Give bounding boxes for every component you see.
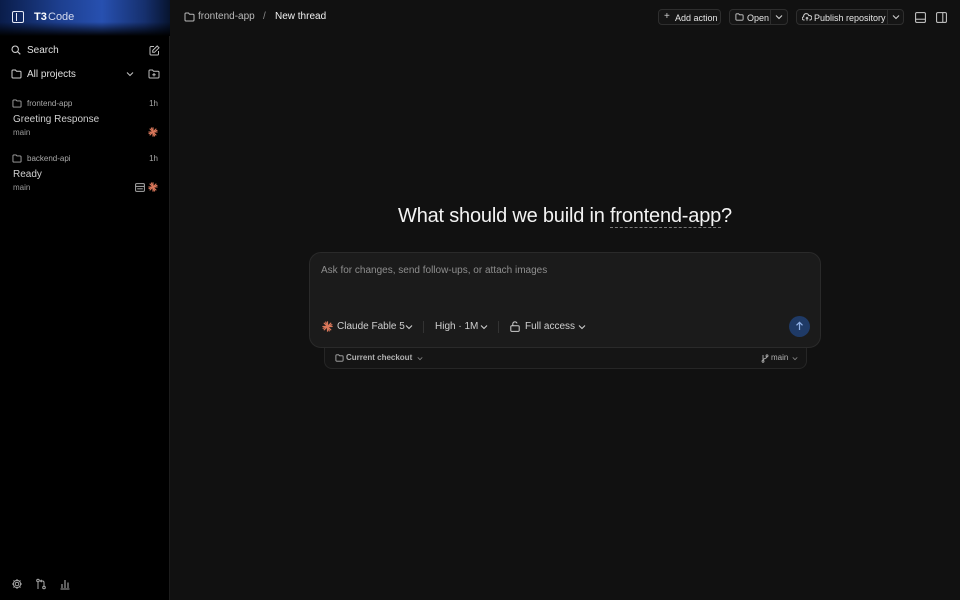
headline-suffix: ? bbox=[721, 205, 732, 227]
access-label: Full access bbox=[525, 321, 576, 332]
toggle-bottom-panel-icon[interactable] bbox=[915, 12, 926, 23]
folder-icon bbox=[12, 154, 22, 163]
open-button[interactable]: Open bbox=[729, 9, 788, 25]
divider bbox=[498, 321, 499, 333]
thread-age: 1h bbox=[149, 99, 158, 108]
thread-branch: main bbox=[13, 183, 31, 192]
sidebar: T3 Code Search All projects frontend-app… bbox=[0, 0, 170, 600]
claude-spark-icon bbox=[148, 127, 158, 137]
terminal-icon bbox=[135, 183, 145, 192]
projects-label: All projects bbox=[27, 69, 76, 80]
git-branch-icon bbox=[761, 354, 769, 363]
arrow-up-icon bbox=[796, 321, 803, 330]
button-divider bbox=[770, 10, 771, 24]
claude-spark-icon bbox=[322, 321, 333, 332]
settings-icon[interactable] bbox=[11, 578, 23, 590]
thread-project: backend-api bbox=[27, 154, 71, 163]
add-action-label: Add action bbox=[675, 12, 718, 23]
chevron-down-icon bbox=[480, 325, 488, 330]
new-thread-icon[interactable] bbox=[149, 45, 160, 56]
headline-prefix: What should we build in bbox=[398, 205, 611, 227]
unlock-icon bbox=[510, 321, 520, 332]
folder-icon bbox=[12, 99, 22, 108]
divider bbox=[423, 321, 424, 333]
thread-item[interactable]: frontend-app 1h Greeting Response main bbox=[10, 98, 160, 148]
app-name: T3 bbox=[34, 11, 47, 23]
bar-chart-icon[interactable] bbox=[59, 578, 71, 590]
composer: Ask for changes, send follow-ups, or att… bbox=[309, 252, 821, 348]
chevron-down-icon[interactable] bbox=[775, 14, 783, 20]
plus-icon: + bbox=[664, 11, 670, 22]
folder-icon bbox=[335, 354, 344, 362]
send-button[interactable] bbox=[789, 316, 810, 337]
model-label: Claude Fable 5 bbox=[337, 321, 405, 332]
headline-project[interactable]: frontend-app bbox=[610, 205, 721, 228]
all-projects-selector[interactable]: All projects bbox=[10, 66, 160, 84]
sidebar-search[interactable]: Search bbox=[10, 42, 160, 60]
breadcrumb-separator: / bbox=[263, 11, 266, 22]
page-title: What should we build in frontend-app? bbox=[309, 205, 821, 228]
git-compare-icon[interactable] bbox=[35, 578, 47, 590]
cloud-upload-icon bbox=[802, 13, 812, 21]
search-icon bbox=[11, 45, 21, 55]
checkout-selector[interactable]: Current checkout bbox=[346, 353, 412, 362]
button-divider bbox=[887, 10, 888, 24]
breadcrumb-thread: New thread bbox=[275, 11, 327, 22]
add-action-button[interactable]: + Add action bbox=[658, 9, 721, 25]
checkout-bar: Current checkout main bbox=[324, 348, 807, 369]
open-label: Open bbox=[747, 12, 770, 23]
search-label: Search bbox=[27, 45, 59, 56]
effort-label: High · 1M bbox=[435, 321, 479, 332]
thread-title: Ready bbox=[13, 169, 42, 180]
thread-title: Greeting Response bbox=[13, 114, 100, 125]
chevron-down-icon bbox=[417, 357, 423, 361]
folder-icon bbox=[11, 69, 22, 79]
toggle-right-panel-icon[interactable] bbox=[936, 12, 947, 23]
thread-branch: main bbox=[13, 128, 31, 137]
chevron-down-icon[interactable] bbox=[892, 14, 900, 20]
breadcrumb-project[interactable]: frontend-app bbox=[198, 11, 255, 22]
chevron-down-icon bbox=[578, 325, 586, 330]
composer-input[interactable]: Ask for changes, send follow-ups, or att… bbox=[321, 265, 547, 276]
claude-spark-icon bbox=[148, 182, 158, 192]
app-name-suffix: Code bbox=[48, 11, 75, 23]
add-folder-icon[interactable] bbox=[148, 69, 160, 79]
thread-project: frontend-app bbox=[27, 99, 73, 108]
chevron-down-icon bbox=[405, 325, 413, 330]
top-bar: frontend-app / New thread + Add action O… bbox=[170, 0, 960, 34]
publish-label: Publish repository bbox=[814, 12, 886, 23]
folder-icon bbox=[184, 12, 195, 22]
folder-icon bbox=[735, 13, 744, 21]
thread-age: 1h bbox=[149, 154, 158, 163]
sidebar-toggle-icon[interactable] bbox=[12, 11, 24, 23]
branch-selector[interactable]: main bbox=[771, 353, 788, 362]
publish-repository-button[interactable]: Publish repository bbox=[796, 9, 904, 25]
chevron-down-icon[interactable] bbox=[126, 71, 134, 77]
thread-item[interactable]: backend-api 1h Ready main bbox=[10, 153, 160, 203]
chevron-down-icon bbox=[792, 357, 798, 361]
app-brand: T3 Code bbox=[0, 0, 170, 36]
sidebar-footer bbox=[10, 578, 160, 592]
